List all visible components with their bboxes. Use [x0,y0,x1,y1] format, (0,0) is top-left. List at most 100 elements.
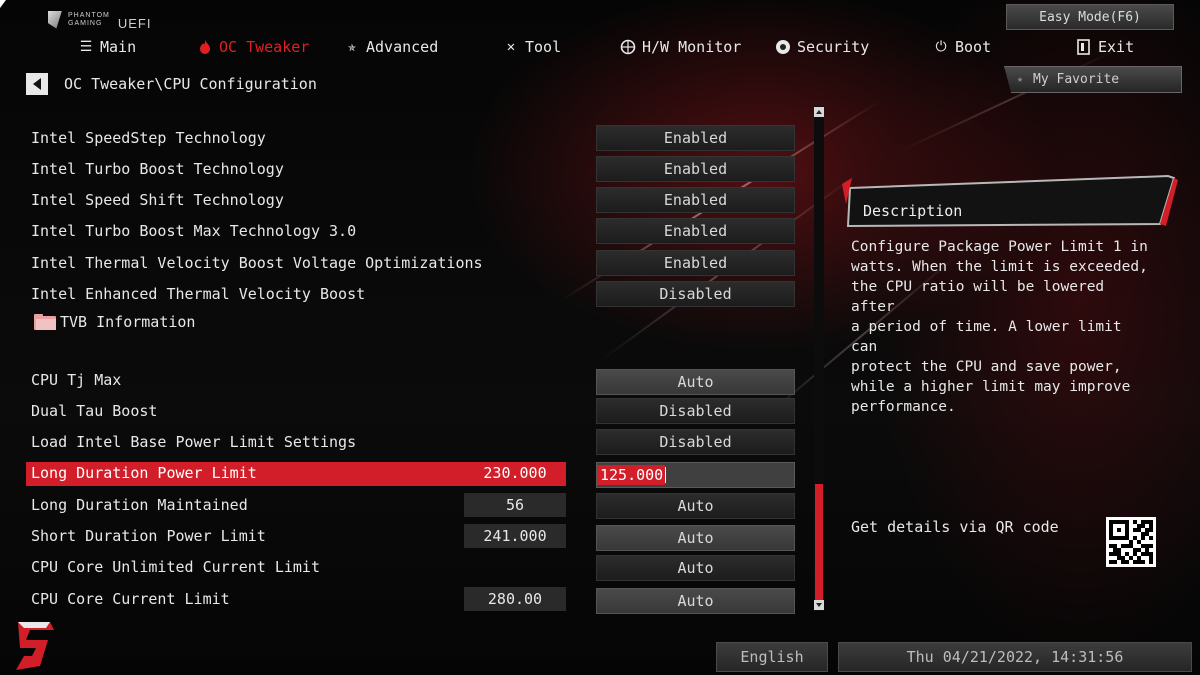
description-text: Configure Package Power Limit 1 in watts… [851,239,1148,415]
setting-option[interactable]: Disabled [596,281,795,307]
back-arrow-icon [33,78,41,90]
exit-icon [1076,39,1092,55]
nav-label: OC Tweaker [219,38,310,56]
monitor-icon [620,39,636,55]
setting-option[interactable]: Disabled [596,398,795,424]
setting-row[interactable]: Intel Thermal Velocity Boost Voltage Opt… [26,252,566,276]
setting-row[interactable]: Load Intel Base Power Limit Settings [26,431,566,455]
my-favorite-label: My Favorite [1033,72,1120,87]
nav-tab-hw-monitor[interactable]: H/W Monitor [620,36,741,58]
nav-tab-oc-tweaker[interactable]: OC Tweaker [197,36,309,58]
setting-row[interactable]: Dual Tau Boost [26,400,566,424]
scroll-down-button[interactable] [814,600,824,610]
back-button[interactable] [26,73,48,95]
folder-icon [34,314,56,330]
setting-option[interactable]: Auto [596,493,795,519]
nav-tab-exit[interactable]: Exit [1076,36,1134,58]
setting-label: Intel Thermal Velocity Boost Voltage Opt… [31,254,483,272]
current-value: 230.000 [483,464,547,482]
setting-row[interactable]: Intel SpeedStep Technology [26,127,566,151]
nav-label: Exit [1098,38,1135,56]
uefi-label: UEFI [117,16,152,31]
datetime-display: Thu 04/21/2022, 14:31:56 [838,642,1192,672]
setting-label: Dual Tau Boost [31,402,158,420]
setting-row[interactable]: Intel Turbo Boost Technology [26,158,566,182]
setting-label: TVB Information [60,313,196,331]
scrollbar-thumb[interactable] [815,484,823,600]
setting-label: CPU Tj Max [31,371,122,389]
breadcrumb: OC Tweaker\CPU Configuration [64,75,317,93]
setting-label: Long Duration Power Limit [31,464,257,482]
nav-tab-advanced[interactable]: ✯ Advanced [344,36,438,58]
arrow-down-icon [816,603,822,607]
setting-label: CPU Core Unlimited Current Limit [31,558,320,576]
setting-label: Intel Turbo Boost Technology [31,160,284,178]
setting-row[interactable]: CPU Core Unlimited Current Limit [26,556,566,580]
tvb-information-submenu[interactable]: TVB Information [56,311,356,335]
setting-option[interactable]: Auto [596,369,795,395]
wrench-icon: ✕ [506,39,516,55]
description-title: Description [863,202,963,220]
setting-option[interactable]: Enabled [596,125,795,151]
setting-option[interactable]: Auto [596,555,795,581]
setting-row[interactable]: CPU Tj Max [26,369,566,393]
nav-label: Advanced [366,38,439,56]
nav-tab-tool[interactable]: ✕ Tool [503,36,561,58]
setting-label: Long Duration Maintained [31,496,248,514]
nav-label: Boot [955,38,992,56]
nav-tab-boot[interactable]: ⏻ Boot [933,36,991,58]
setting-row[interactable]: CPU Core Current Limit 280.00 [26,587,566,612]
setting-label: Intel SpeedStep Technology [31,129,266,147]
setting-option[interactable]: Auto [596,588,795,614]
power-icon: ⏻ [935,39,947,55]
arrow-up-icon [816,110,822,114]
current-value: 280.00 [464,587,566,611]
setting-row-selected[interactable]: Long Duration Power Limit 230.000 [26,462,566,486]
shield-icon [775,39,791,55]
setting-option[interactable]: Disabled [596,429,795,455]
brand-logo: PHANTOM GAMING UEFI [48,8,152,31]
setting-label: CPU Core Current Limit [31,590,230,608]
phantom-gaming-logo-icon [48,10,62,29]
nav-label: Security [797,38,870,56]
setting-option[interactable]: Enabled [596,250,795,276]
asrock-phantom-logo-icon [10,620,58,672]
my-favorite-button[interactable]: ★ My Favorite [1004,66,1182,93]
setting-label: Intel Speed Shift Technology [31,191,284,209]
list-icon: ☰ [79,39,93,55]
language-button[interactable]: English [716,642,828,672]
setting-option[interactable]: Enabled [596,187,795,213]
setting-label: Intel Turbo Boost Max Technology 3.0 [31,222,357,240]
setting-option[interactable]: Enabled [596,156,795,182]
mouse-cursor [0,0,6,8]
nav-label: Main [100,38,137,56]
star-icon: ✯ [347,39,357,55]
star-icon: ★ [1017,74,1024,85]
brand-name: PHANTOM GAMING [68,11,110,27]
qr-code-icon [1106,517,1156,567]
easy-mode-button[interactable]: Easy Mode(F6) [1006,4,1174,30]
setting-option[interactable]: Auto [596,525,795,551]
current-value: 56 [464,493,566,517]
text-caret [665,467,667,483]
flame-icon [197,39,213,55]
value-input-field[interactable]: 125.000 [596,462,795,488]
setting-label: Load Intel Base Power Limit Settings [31,433,357,451]
setting-option[interactable]: Enabled [596,218,795,244]
nav-tab-main[interactable]: ☰ Main [78,36,136,58]
nav-tab-security[interactable]: Security [775,36,869,58]
input-value: 125.000 [597,465,666,485]
qr-label: Get details via QR code [851,518,1059,536]
setting-row[interactable]: Intel Speed Shift Technology [26,189,566,213]
scroll-up-button[interactable] [814,107,824,117]
setting-label: Intel Enhanced Thermal Velocity Boost [31,285,366,303]
setting-row[interactable]: Short Duration Power Limit 241.000 [26,524,566,549]
setting-label: Short Duration Power Limit [31,527,266,545]
main-nav: ☰ Main OC Tweaker ✯ Advanced ✕ Tool H/W … [0,36,1200,60]
current-value: 241.000 [464,524,566,548]
setting-row[interactable]: Intel Turbo Boost Max Technology 3.0 [26,220,566,244]
setting-row[interactable]: Intel Enhanced Thermal Velocity Boost [26,283,566,307]
nav-label: Tool [525,38,562,56]
setting-row[interactable]: Long Duration Maintained 56 [26,493,566,518]
nav-label: H/W Monitor [642,38,742,56]
